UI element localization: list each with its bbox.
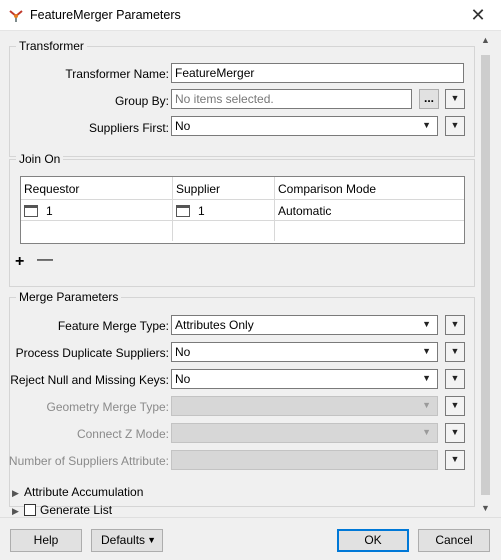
group-by-input[interactable]: No items selected. — [171, 89, 412, 109]
ok-button[interactable]: OK — [337, 529, 409, 552]
chevron-down-icon: ▼ — [450, 93, 460, 103]
defaults-button[interactable]: Defaults ▼ — [91, 529, 163, 552]
transformer-name-input[interactable]: FeatureMerger — [171, 63, 464, 83]
group-by-browse-button[interactable]: ... — [419, 89, 439, 109]
join-on-group: Join On Requestor Supplier Comparison Mo… — [9, 152, 475, 287]
remove-row-button[interactable]: — — [37, 251, 53, 269]
group-by-label: Group By: — [114, 94, 169, 108]
chevron-down-icon: ▼ — [422, 427, 431, 437]
chevron-down-icon: ▼ — [450, 373, 460, 383]
merge-parameters-group: Merge Parameters Feature Merge Type: Att… — [8, 290, 475, 507]
attribute-accumulation-section[interactable]: ▶ Attribute Accumulation — [12, 485, 143, 499]
column-header-comparison-mode[interactable]: Comparison Mode — [275, 177, 464, 199]
table-row-empty[interactable] — [21, 220, 173, 241]
defaults-label: Defaults — [101, 533, 146, 547]
chevron-down-icon: ▼ — [450, 454, 460, 464]
feature-merge-type-label: Feature Merge Type: — [57, 319, 169, 333]
scrollbar-thumb[interactable] — [481, 55, 490, 495]
window-title: FeatureMerger Parameters — [30, 8, 181, 22]
scroll-down-icon[interactable]: ▼ — [477, 503, 494, 513]
add-row-button[interactable]: + — [15, 253, 24, 271]
merge-parameters-group-title: Merge Parameters — [16, 290, 122, 304]
process-duplicate-suppliers-value: No — [175, 345, 191, 359]
reject-null-keys-value: No — [175, 372, 191, 386]
geometry-merge-type-menu-button[interactable]: ▼ — [445, 396, 465, 416]
feature-merge-type-menu-button[interactable]: ▼ — [445, 315, 465, 335]
chevron-down-icon: ▼ — [450, 346, 460, 356]
feature-merger-icon — [9, 10, 23, 22]
chevron-down-icon: ▼ — [147, 535, 156, 545]
column-header-requestor[interactable]: Requestor — [21, 177, 173, 199]
process-duplicate-suppliers-label: Process Duplicate Suppliers: — [15, 346, 169, 360]
vertical-scrollbar[interactable]: ▲ ▼ — [477, 31, 494, 517]
chevron-down-icon: ▼ — [422, 120, 431, 130]
table-cell-requestor[interactable]: 1 — [21, 199, 173, 220]
chevron-down-icon: ▼ — [450, 400, 460, 410]
suppliers-first-value: No — [175, 119, 191, 133]
reject-null-keys-menu-button[interactable]: ▼ — [445, 369, 465, 389]
generate-list-section[interactable]: ▶ Generate List — [12, 503, 112, 517]
suppliers-first-select[interactable]: No ▼ — [171, 116, 438, 136]
group-by-menu-button[interactable]: ▼ — [445, 89, 465, 109]
geometry-merge-type-label: Geometry Merge Type: — [46, 400, 170, 414]
column-header-supplier[interactable]: Supplier — [173, 177, 275, 199]
attribute-icon — [176, 205, 190, 217]
transformer-name-value: FeatureMerger — [175, 66, 255, 80]
chevron-down-icon: ▼ — [422, 373, 431, 383]
dialog-footer: Help Defaults ▼ OK Cancel — [0, 517, 501, 560]
generate-list-label: Generate List — [40, 503, 113, 517]
attribute-accumulation-label: Attribute Accumulation — [24, 485, 144, 499]
table-row-empty[interactable] — [173, 220, 275, 241]
process-duplicate-suppliers-menu-button[interactable]: ▼ — [445, 342, 465, 362]
reject-null-keys-label: Reject Null and Missing Keys: — [10, 373, 169, 387]
attribute-icon — [24, 205, 38, 217]
number-of-suppliers-input — [171, 450, 438, 470]
connect-z-mode-menu-button[interactable]: ▼ — [445, 423, 465, 443]
requestor-value: 1 — [46, 204, 53, 218]
number-of-suppliers-menu-button[interactable]: ▼ — [445, 450, 465, 470]
chevron-down-icon: ▼ — [422, 400, 431, 410]
connect-z-mode-select: ▼ — [171, 423, 438, 443]
help-button[interactable]: Help — [10, 529, 82, 552]
chevron-right-icon: ▶ — [12, 506, 19, 516]
suppliers-first-label: Suppliers First: — [88, 121, 169, 135]
title-bar: FeatureMerger Parameters ✕ — [0, 0, 501, 31]
close-icon[interactable]: ✕ — [455, 0, 501, 31]
transformer-group: Transformer Transformer Name: FeatureMer… — [9, 39, 475, 157]
join-on-group-title: Join On — [16, 152, 64, 166]
table-cell-supplier[interactable]: 1 — [173, 199, 275, 220]
chevron-down-icon: ▼ — [450, 427, 460, 437]
process-duplicate-suppliers-select[interactable]: No ▼ — [171, 342, 438, 362]
cancel-button[interactable]: Cancel — [418, 529, 490, 552]
table-row-empty[interactable] — [275, 220, 464, 241]
feature-merge-type-value: Attributes Only — [175, 318, 254, 332]
chevron-down-icon: ▼ — [422, 319, 431, 329]
chevron-down-icon: ▼ — [450, 319, 460, 329]
suppliers-first-menu-button[interactable]: ▼ — [445, 116, 465, 136]
chevron-down-icon: ▼ — [422, 346, 431, 356]
comparison-mode-value: Automatic — [278, 204, 332, 218]
parameters-panel: Transformer Transformer Name: FeatureMer… — [0, 31, 477, 517]
group-by-placeholder: No items selected. — [175, 92, 274, 106]
reject-null-keys-select[interactable]: No ▼ — [171, 369, 438, 389]
generate-list-checkbox[interactable] — [24, 504, 36, 516]
transformer-name-label: Transformer Name: — [65, 67, 169, 81]
scroll-up-icon[interactable]: ▲ — [477, 35, 494, 45]
table-cell-comparison-mode[interactable]: Automatic — [275, 199, 464, 220]
geometry-merge-type-select: ▼ — [171, 396, 438, 416]
connect-z-mode-label: Connect Z Mode: — [76, 427, 169, 441]
transformer-group-title: Transformer — [16, 39, 87, 53]
supplier-value: 1 — [198, 204, 205, 218]
number-of-suppliers-label: Number of Suppliers Attribute: — [8, 454, 169, 468]
chevron-right-icon: ▶ — [12, 488, 19, 498]
join-table: Requestor Supplier Comparison Mode 1 1 A… — [20, 176, 465, 244]
feature-merge-type-select[interactable]: Attributes Only ▼ — [171, 315, 438, 335]
chevron-down-icon: ▼ — [450, 120, 460, 130]
